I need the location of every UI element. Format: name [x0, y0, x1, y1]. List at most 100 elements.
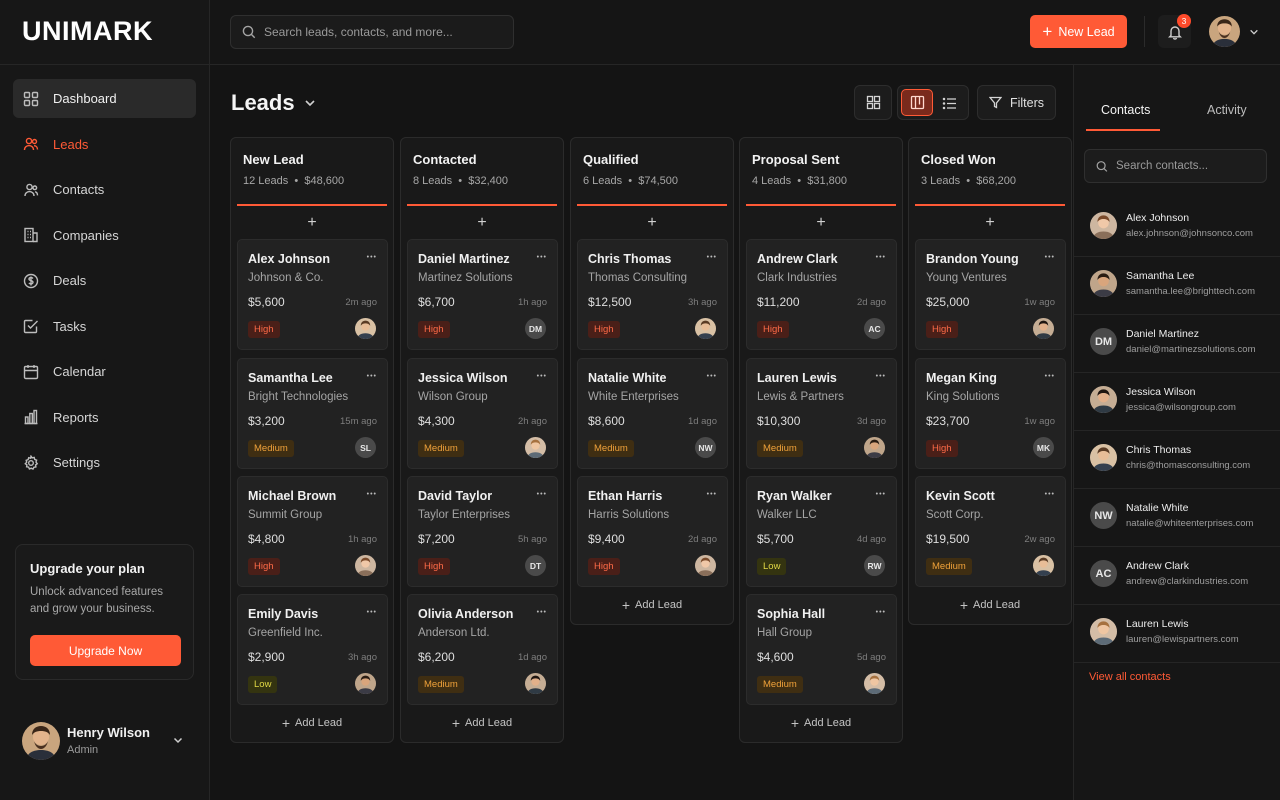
add-lead-button[interactable]: + Add Lead — [909, 595, 1071, 615]
list-view-button[interactable] — [940, 94, 958, 112]
sidebar-item-deals[interactable]: Deals — [13, 261, 196, 300]
more-options-icon[interactable]: ••• — [537, 607, 547, 619]
plus-icon: + — [621, 597, 631, 613]
grid-view-icon — [866, 95, 880, 110]
tab-activity[interactable]: Activity — [1207, 103, 1247, 117]
contact-list-item[interactable]: DM Daniel Martinez daniel@martinezsolution… — [1074, 315, 1280, 373]
contacts-search-input[interactable] — [1116, 160, 1266, 172]
add-card-plus-button[interactable]: + — [231, 212, 393, 234]
more-options-icon[interactable]: ••• — [707, 252, 717, 264]
tab-contacts[interactable]: Contacts — [1101, 103, 1150, 117]
user-name: Henry Wilson — [67, 725, 150, 740]
search-input[interactable] — [264, 25, 504, 39]
more-options-icon[interactable]: ••• — [707, 371, 717, 383]
add-card-plus-button[interactable]: + — [571, 212, 733, 234]
more-options-icon[interactable]: ••• — [367, 252, 377, 264]
lead-time: 2h ago — [517, 416, 547, 427]
add-lead-button[interactable]: + Add Lead — [231, 713, 393, 733]
more-options-icon[interactable]: ••• — [876, 371, 886, 383]
chevron-down-icon[interactable] — [1249, 27, 1259, 37]
more-options-icon[interactable]: ••• — [537, 252, 547, 264]
lead-card[interactable]: Emily Davis Greenfield Inc. ••• $2,900 3h ag… — [237, 594, 388, 705]
chevron-down-icon[interactable] — [172, 734, 184, 746]
grid-view-button[interactable] — [854, 85, 892, 120]
contacts-search[interactable] — [1084, 149, 1267, 183]
lead-value: $6,700 — [418, 295, 455, 309]
avatar — [1033, 555, 1054, 576]
contact-list-item[interactable]: NW Natalie White natalie@whiteenterprises.… — [1074, 489, 1280, 547]
sidebar-item-label: Deals — [53, 273, 87, 288]
lead-card[interactable]: Daniel Martinez Martinez Solutions ••• $6,7… — [407, 239, 558, 350]
right-panel: Contacts Activity Alex Johnson alex.johns… — [1073, 65, 1280, 800]
contact-list-item[interactable]: Chris Thomas chris@thomasconsulting.com — [1074, 431, 1280, 489]
lead-card[interactable]: Ryan Walker Walker LLC ••• $5,700 4d ago Low R… — [746, 476, 897, 587]
more-options-icon[interactable]: ••• — [537, 489, 547, 501]
contact-list-item[interactable]: Lauren Lewis lauren@lewispartners.com — [1074, 605, 1280, 663]
lead-card[interactable]: David Taylor Taylor Enterprises ••• $7,200 5… — [407, 476, 558, 587]
sidebar-item-settings[interactable]: Settings — [13, 443, 196, 482]
lead-name: Kevin Scott — [926, 489, 995, 503]
more-options-icon[interactable]: ••• — [367, 489, 377, 501]
app-logo[interactable]: UNIMARK — [22, 16, 153, 47]
more-options-icon[interactable]: ••• — [1045, 252, 1055, 264]
meta-separator: • — [622, 175, 639, 187]
sidebar-item-leads[interactable]: Leads — [13, 125, 196, 164]
lead-card[interactable]: Ethan Harris Harris Solutions ••• $9,400 2d … — [577, 476, 728, 587]
lead-card[interactable]: Megan King King Solutions ••• $23,700 1w ago… — [915, 358, 1066, 469]
lead-card[interactable]: Andrew Clark Clark Industries ••• $11,200 2d… — [746, 239, 897, 350]
contact-email: jessica@wilsongroup.com — [1126, 402, 1236, 413]
upgrade-now-button[interactable]: Upgrade Now — [30, 635, 181, 666]
lead-card[interactable]: Kevin Scott Scott Corp. ••• $19,500 2w ago Me… — [915, 476, 1066, 587]
sidebar-item-dashboard[interactable]: Dashboard — [13, 79, 196, 118]
calendar-icon — [23, 364, 39, 379]
sidebar-item-tasks[interactable]: Tasks — [13, 307, 196, 346]
add-card-plus-button[interactable]: + — [909, 212, 1071, 234]
page-title[interactable]: Leads — [231, 90, 316, 116]
more-options-icon[interactable]: ••• — [537, 371, 547, 383]
sidebar-item-calendar[interactable]: Calendar — [13, 352, 196, 391]
contact-list-item[interactable]: Alex Johnson alex.johnson@johnsonco.com — [1074, 199, 1280, 257]
add-card-plus-button[interactable]: + — [401, 212, 563, 234]
add-card-plus-button[interactable]: + — [740, 212, 902, 234]
lead-card[interactable]: Chris Thomas Thomas Consulting ••• $12,500 3… — [577, 239, 728, 350]
lead-card[interactable]: Sophia Hall Hall Group ••• $4,600 5d ago Medi… — [746, 594, 897, 705]
lead-card[interactable]: Olivia Anderson Anderson Ltd. ••• $6,200 1d … — [407, 594, 558, 705]
more-options-icon[interactable]: ••• — [876, 489, 886, 501]
filters-button[interactable]: Filters — [977, 85, 1056, 120]
more-options-icon[interactable]: ••• — [367, 607, 377, 619]
view-all-contacts-link[interactable]: View all contacts — [1089, 671, 1171, 683]
more-options-icon[interactable]: ••• — [1045, 371, 1055, 383]
lead-card[interactable]: Lauren Lewis Lewis & Partners ••• $10,300 3d… — [746, 358, 897, 469]
lead-company: Summit Group — [248, 509, 323, 521]
more-options-icon[interactable]: ••• — [707, 489, 717, 501]
lead-card[interactable]: Alex Johnson Johnson & Co. ••• $5,600 2m ago… — [237, 239, 388, 350]
more-options-icon[interactable]: ••• — [1045, 489, 1055, 501]
global-search[interactable] — [230, 15, 514, 49]
contact-list-item[interactable]: Samantha Lee samantha.lee@brighttech.com — [1074, 257, 1280, 315]
search-icon — [242, 25, 256, 39]
lead-card[interactable]: Michael Brown Summit Group ••• $4,800 1h ago… — [237, 476, 388, 587]
kanban-column-closed-won: Closed Won 3 Leads • $68,200 + Brandon Youn… — [908, 137, 1072, 625]
add-lead-button[interactable]: + Add Lead — [401, 713, 563, 733]
more-options-icon[interactable]: ••• — [876, 252, 886, 264]
add-lead-button[interactable]: + Add Lead — [740, 713, 902, 733]
sidebar-item-reports[interactable]: Reports — [13, 398, 196, 437]
current-user[interactable]: Henry Wilson Admin — [22, 722, 192, 762]
add-lead-button[interactable]: + Add Lead — [571, 595, 733, 615]
lead-card[interactable]: Natalie White White Enterprises ••• $8,600 1… — [577, 358, 728, 469]
contact-name: Alex Johnson — [1126, 212, 1190, 224]
lead-card[interactable]: Jessica Wilson Wilson Group ••• $4,300 2h ag… — [407, 358, 558, 469]
more-options-icon[interactable]: ••• — [367, 371, 377, 383]
contact-list-item[interactable]: AC Andrew Clark andrew@clarkindustries.com — [1074, 547, 1280, 605]
sidebar-item-companies[interactable]: Companies — [13, 216, 196, 255]
lead-card[interactable]: Samantha Lee Bright Technologies ••• $3,200… — [237, 358, 388, 469]
sidebar-item-label: Leads — [53, 136, 89, 152]
column-lead-count: 12 Leads — [243, 175, 289, 187]
contact-list-item[interactable]: Jessica Wilson jessica@wilsongroup.com — [1074, 373, 1280, 431]
kanban-view-button[interactable] — [901, 89, 933, 116]
new-lead-button[interactable]: + New Lead — [1030, 15, 1127, 48]
sidebar-item-contacts[interactable]: Contacts — [13, 170, 196, 209]
lead-card[interactable]: Brandon Young Young Ventures ••• $25,000 1w … — [915, 239, 1066, 350]
more-options-icon[interactable]: ••• — [876, 607, 886, 619]
avatar[interactable] — [1209, 16, 1240, 47]
